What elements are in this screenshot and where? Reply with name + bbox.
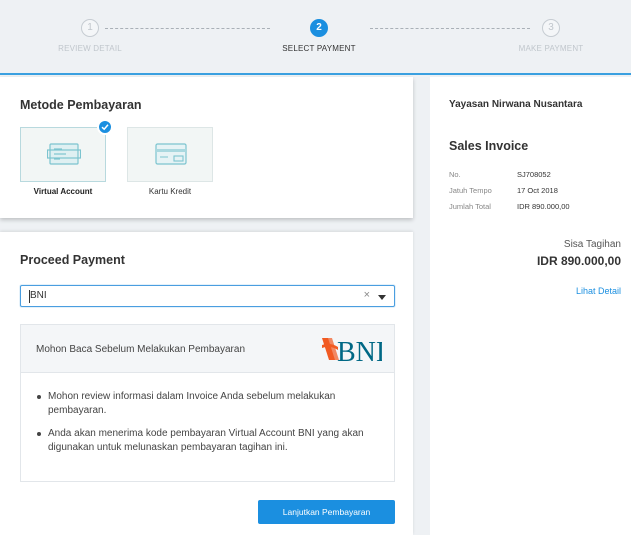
step-make-payment: 3 MAKE PAYMENT [491, 19, 611, 53]
bank-select-value: BNI [30, 290, 47, 301]
step-number: 1 [81, 19, 99, 37]
step-label: REVIEW DETAIL [58, 44, 122, 53]
option-label: Virtual Account [33, 187, 93, 196]
payment-method-title: Metode Pembayaran [20, 98, 142, 112]
checkout-stepper: 1 REVIEW DETAIL 2 SELECT PAYMENT 3 MAKE … [0, 0, 631, 75]
field-key: Jatuh Tempo [449, 186, 492, 195]
clear-icon[interactable]: × [364, 289, 370, 301]
option-virtual-account[interactable] [20, 127, 106, 182]
invoice-field-due-date: Jatuh Tempo 17 Oct 2018 [449, 186, 558, 195]
list-item: Anda akan menerima kode pembayaran Virtu… [36, 427, 379, 454]
balance-value: IDR 890.000,00 [536, 254, 621, 268]
svg-text:BNI: BNI [337, 337, 382, 365]
payment-instructions: Mohon Baca Sebelum Melakukan Pembayaran … [20, 324, 395, 482]
field-value: 17 Oct 2018 [517, 186, 558, 195]
continue-payment-button[interactable]: Lanjutkan Pembayaran [258, 500, 395, 524]
step-label: SELECT PAYMENT [282, 44, 356, 53]
payment-method-panel: Metode Pembayaran Virtual Account Kartu … [0, 77, 413, 218]
instructions-header: Mohon Baca Sebelum Melakukan Pembayaran … [21, 325, 394, 373]
step-review-detail: 1 REVIEW DETAIL [30, 19, 150, 53]
bank-select[interactable]: BNI × [20, 285, 395, 307]
invoice-title: Sales Invoice [449, 139, 529, 153]
instructions-header-text: Mohon Baca Sebelum Melakukan Pembayaran [36, 344, 246, 355]
proceed-payment-title: Proceed Payment [20, 253, 125, 267]
step-connector [105, 28, 270, 29]
field-key: No. [449, 170, 461, 179]
step-number: 3 [542, 19, 560, 37]
instructions-list: Mohon review informasi dalam Invoice And… [21, 373, 394, 454]
panel-gap [413, 77, 430, 535]
step-select-payment: 2 SELECT PAYMENT [259, 19, 379, 53]
bni-logo-icon: BNI [322, 337, 382, 365]
step-label: MAKE PAYMENT [518, 44, 584, 53]
virtual-account-icon [47, 143, 81, 165]
field-value: IDR 890.000,00 [517, 202, 570, 211]
field-key: Jumlah Total [449, 202, 491, 211]
step-number: 2 [310, 19, 328, 37]
field-value: SJ708052 [517, 170, 551, 179]
selected-check-icon [97, 119, 113, 135]
invoice-field-number: No. SJ708052 [449, 170, 551, 179]
invoice-summary-panel: Yayasan Nirwana Nusantara Sales Invoice … [430, 77, 631, 535]
chevron-down-icon[interactable] [378, 295, 386, 300]
list-item: Mohon review informasi dalam Invoice And… [36, 390, 379, 417]
credit-card-icon [155, 143, 187, 165]
option-label: Kartu Kredit [148, 187, 192, 196]
balance-label: Sisa Tagihan [563, 239, 621, 250]
organization-name: Yayasan Nirwana Nusantara [449, 99, 583, 110]
option-credit-card[interactable] [127, 127, 213, 182]
proceed-payment-panel: Proceed Payment BNI × Mohon Baca Sebelum… [0, 232, 413, 535]
invoice-field-total: Jumlah Total IDR 890.000,00 [449, 202, 570, 211]
view-detail-link[interactable]: Lihat Detail [576, 286, 621, 296]
